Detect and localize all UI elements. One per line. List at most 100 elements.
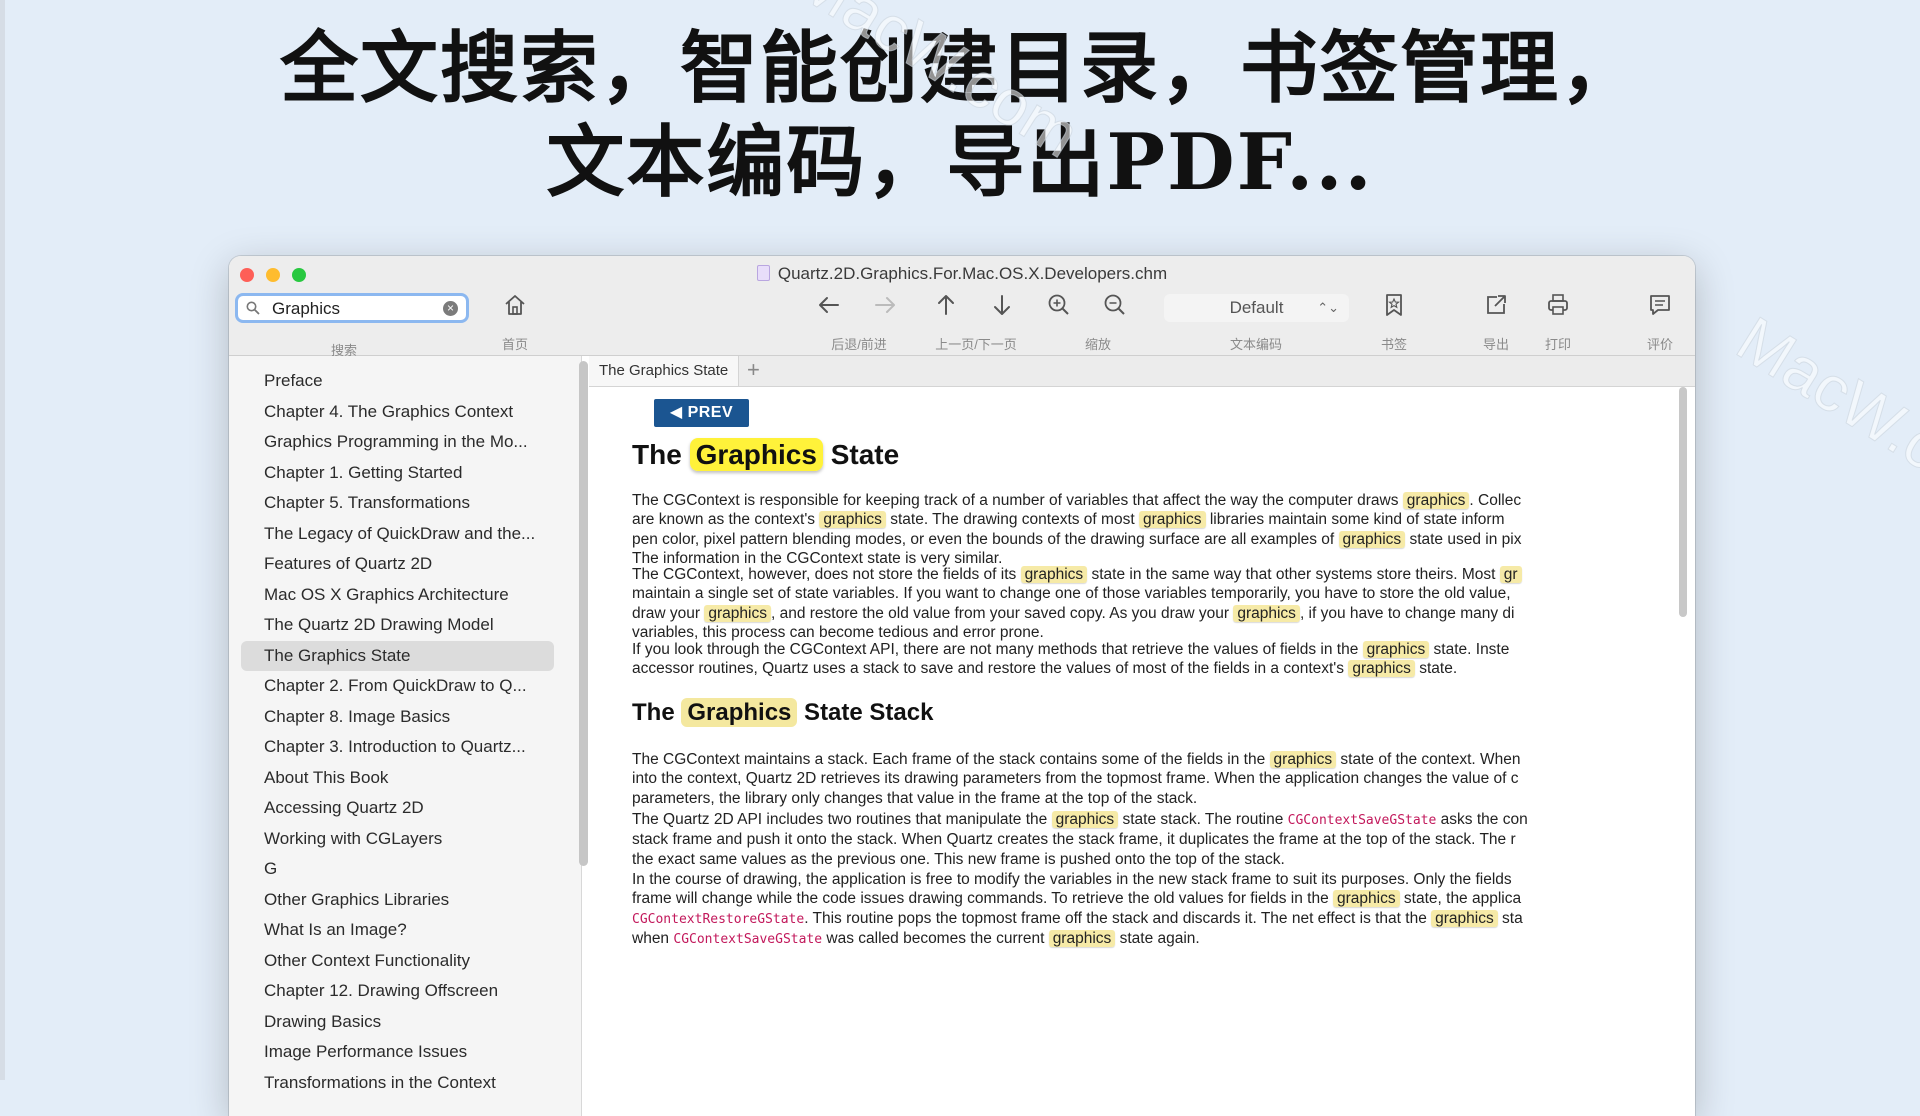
search-hit-highlight: graphics (1348, 660, 1415, 678)
search-hit-highlight: graphics (1338, 530, 1406, 548)
encoding-label: 文本编码 (1229, 337, 1283, 352)
text-run: frame will change while the code issues … (632, 890, 1334, 908)
toc-item[interactable]: Chapter 2. From QuickDraw to Q... (229, 671, 554, 702)
text-line: into the context, Quartz 2D retrieves it… (632, 769, 1672, 788)
export-button[interactable]: 导出 (1483, 292, 1509, 352)
text-line: when CGContextSaveGState was called beco… (632, 929, 1672, 949)
review-button[interactable]: 评价 (1647, 292, 1673, 352)
toc-sidebar: Preface Chapter 4. The Graphics Context Gr… (229, 356, 588, 1116)
heading-suffix: State Stack (797, 699, 934, 726)
review-label: 评价 (1646, 337, 1674, 352)
export-label: 导出 (1482, 337, 1510, 352)
text-run: state used in pix (1405, 530, 1522, 548)
toc-item[interactable]: Transformations in the Context (229, 1068, 554, 1099)
search-hit-highlight: graphics (1020, 566, 1088, 583)
text-line: If you look through the CGContext API, t… (632, 640, 1672, 659)
toc-item[interactable]: Preface (229, 366, 554, 397)
text-line: accessor routines, Quartz uses a stack t… (632, 659, 1672, 678)
prev-page-button[interactable] (933, 292, 959, 318)
toc-item[interactable]: The Legacy of QuickDraw and the... (229, 519, 554, 550)
prevnext-label: 上一页/下一页 (935, 337, 1017, 352)
zoom-in-button[interactable] (1046, 292, 1072, 318)
toc-item[interactable]: Chapter 8. Image Basics (229, 702, 554, 733)
content-scrollbar[interactable] (1679, 387, 1687, 617)
bookmark-icon (1386, 294, 1402, 316)
watermark: MacW.com (1724, 302, 1920, 532)
headline-line-1: 全文搜索，智能创建目录，书签管理， (279, 23, 1640, 114)
sidebar-scrollbar[interactable] (579, 361, 588, 866)
tab-graphics-state[interactable]: The Graphics State (589, 356, 740, 386)
toc-item[interactable]: What Is an Image? (229, 915, 554, 946)
text-run: sta (1497, 909, 1523, 927)
back-button[interactable] (816, 292, 842, 318)
promo-headline: 全文搜索，智能创建目录，书签管理， 文本编码，导出PDF... (0, 22, 1920, 210)
toc-item[interactable]: Mac OS X Graphics Architecture (229, 580, 554, 611)
bookmark-button[interactable]: 书签 (1381, 292, 1407, 352)
search-input[interactable] (270, 298, 434, 320)
search-hit-highlight: graphics (1269, 751, 1337, 768)
prev-button[interactable]: ◀ PREV (654, 399, 749, 427)
chevron-updown-icon: ⌃⌄ (1317, 300, 1339, 315)
title-suffix: State (822, 439, 900, 470)
toc-list: Preface Chapter 4. The Graphics Context Gr… (229, 366, 569, 1098)
text-run: If you look through the CGContext API, t… (632, 641, 1363, 658)
toc-item[interactable]: About This Book (229, 763, 554, 794)
toc-item[interactable]: Chapter 4. The Graphics Context (229, 397, 554, 428)
text-run: state stack. The routine (1118, 811, 1288, 828)
bookmark-label: 书签 (1380, 337, 1408, 352)
search-hit-highlight: graphics (1431, 909, 1498, 927)
toc-item[interactable]: Other Graphics Libraries (229, 885, 554, 916)
zoom-in-icon (1048, 294, 1069, 315)
text-line: In the course of drawing, the applicatio… (632, 870, 1672, 889)
text-run: was called becomes the current (822, 930, 1049, 948)
toc-item[interactable]: The Graphics State (241, 640, 554, 671)
text-line: CGContextRestoreGState. This routine pop… (632, 909, 1672, 929)
print-button[interactable]: 打印 (1545, 292, 1571, 352)
text-line: The CGContext, however, does not store t… (632, 565, 1672, 584)
toc-item[interactable]: Chapter 1. Getting Started (229, 458, 554, 489)
toc-item[interactable]: Drawing Basics (229, 1007, 554, 1038)
next-page-button[interactable] (989, 292, 1015, 318)
search-hit-highlight: graphics (1233, 604, 1300, 622)
toc-item[interactable]: Chapter 3. Introduction to Quartz... (229, 732, 554, 763)
search-hit-highlight: graphics (1333, 890, 1400, 908)
text-run: when (632, 930, 674, 948)
clear-search-icon[interactable]: × (443, 301, 458, 316)
toc-item[interactable]: The Quartz 2D Drawing Model (229, 610, 554, 641)
zoom-out-icon (1104, 294, 1125, 315)
window-title-text: Quartz.2D.Graphics.For.Mac.OS.X.Develope… (777, 264, 1168, 283)
toc-item[interactable]: G (229, 854, 554, 885)
text-run: the exact same values as the previous on… (632, 850, 1285, 868)
toc-item[interactable]: Chapter 5. Transformations (229, 488, 554, 519)
text-run: state. Inste (1429, 641, 1510, 658)
text-run: state again. (1115, 930, 1200, 948)
add-tab-button[interactable]: + (747, 356, 760, 384)
toc-item[interactable]: Other Context Functionality (229, 946, 554, 977)
zoom-label: 缩放 (1084, 337, 1112, 352)
paragraph: The Quartz 2D API includes two routines … (632, 810, 1672, 869)
toc-item[interactable]: Chapter 12. Drawing Offscreen (229, 976, 554, 1007)
app-window: Quartz.2D.Graphics.For.Mac.OS.X.Develope… (229, 256, 1695, 1116)
document-icon (756, 265, 770, 281)
toc-item[interactable]: Features of Quartz 2D (229, 549, 554, 580)
home-label: 首页 (501, 337, 529, 352)
search-field[interactable]: × (235, 293, 469, 323)
comment-icon (1650, 295, 1670, 315)
text-line: draw your graphics, and restore the old … (632, 604, 1672, 623)
title-prefix: The (632, 439, 690, 470)
arrow-left-icon (819, 297, 839, 313)
zoom-out-button[interactable] (1102, 292, 1128, 318)
encoding-select[interactable]: Default ⌃⌄ (1164, 294, 1349, 322)
backforward-label: 后退/前进 (831, 337, 887, 352)
toc-item[interactable]: Working with CGLayers (229, 824, 554, 855)
home-button[interactable]: 首页 (502, 292, 528, 352)
page-title: The Graphics State (632, 438, 900, 471)
toc-item[interactable]: Image Performance Issues (229, 1037, 554, 1068)
code-identifier: CGContextSaveGState (1287, 813, 1437, 828)
document-content: ◀ PREV The Graphics State The CGContext … (589, 387, 1687, 1116)
text-line: pen color, pixel pattern blending modes,… (632, 530, 1672, 549)
toc-item[interactable]: Accessing Quartz 2D (229, 793, 554, 824)
forward-button[interactable] (872, 292, 898, 318)
toc-item[interactable]: Graphics Programming in the Mo... (229, 427, 554, 458)
export-icon (1487, 295, 1506, 314)
